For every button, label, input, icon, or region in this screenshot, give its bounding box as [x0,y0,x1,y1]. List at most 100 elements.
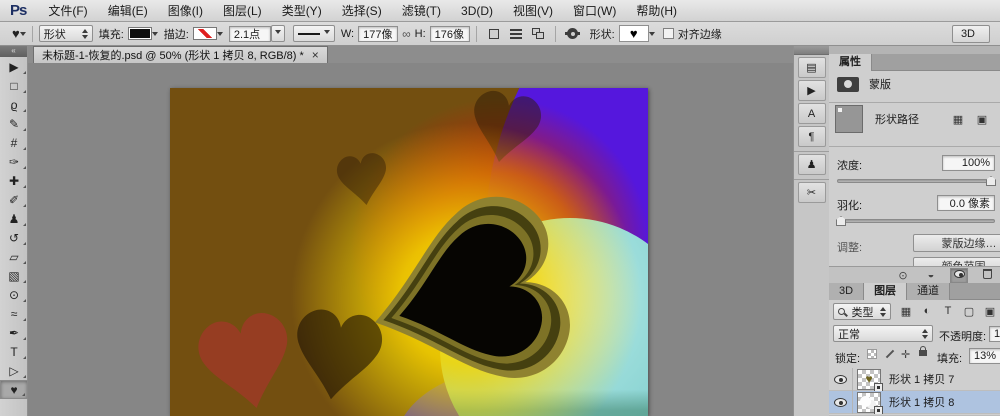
menu-help[interactable]: 帮助(H) [626,0,687,22]
delete-mask-trash-icon[interactable] [978,269,996,282]
document-tab[interactable]: 未标题-1-恢复的.psd @ 50% (形状 1 拷贝 8, RGB/8) *… [33,46,328,63]
path-arrangement-icon[interactable] [530,27,546,41]
shape-path-thumbnail[interactable] [835,105,863,133]
tool-custom-shape[interactable]: ♥ [0,380,28,399]
stroke-width-dropdown[interactable] [271,25,285,42]
filter-smart-objects-icon[interactable]: ▣ [981,305,999,318]
history-panel-icon[interactable]: ▤ [798,57,826,78]
fill-swatch[interactable] [128,27,152,40]
lock-position-icon[interactable]: ✛ [901,348,910,361]
tool-mode-select[interactable]: 形状 [39,25,93,42]
tool-pen[interactable]: ✒ [0,323,28,342]
feather-slider[interactable] [837,219,995,223]
layer-thumbnail[interactable] [857,392,881,413]
lock-transparency-icon[interactable] [867,349,877,359]
add-vector-mask-icon[interactable]: ▣ [973,113,991,126]
blend-mode-select[interactable]: 正常 [833,325,933,342]
stroke-style-select[interactable] [293,25,335,42]
tool-presets-panel-icon[interactable]: ✂ [798,182,826,203]
geometry-options-gear-icon[interactable] [565,27,581,41]
filter-pixel-layers-icon[interactable]: ▦ [897,305,915,318]
tool-eyedropper[interactable]: ✑ [0,152,28,171]
lock-pixels-brush-icon[interactable] [886,350,894,358]
layer-thumbnail[interactable]: ♥ [857,369,881,390]
density-slider-knob[interactable] [986,176,996,186]
stroke-swatch[interactable] [193,27,217,40]
menu-file[interactable]: 文件(F) [38,0,97,22]
feather-slider-knob[interactable] [836,216,846,226]
clone-source-panel-icon[interactable]: ♟ [798,154,826,175]
actions-panel-icon[interactable]: ▶ [798,80,826,101]
tool-quick-selection[interactable]: ✎ [0,114,28,133]
tool-crop[interactable]: # [0,133,28,152]
menu-view[interactable]: 视图(V) [503,0,563,22]
tool-eraser[interactable]: ▱ [0,247,28,266]
tab-layers[interactable]: 图层 [864,283,907,300]
tool-path-selection[interactable]: ▷ [0,361,28,380]
filter-adjustment-layers-icon[interactable]: ◐ [918,305,936,317]
apply-mask-icon[interactable]: ◒ [922,269,940,281]
tools-collapse-button[interactable]: « [0,46,27,57]
load-selection-icon[interactable]: ⊙ [894,269,912,282]
tool-type[interactable]: T [0,342,28,361]
menu-image[interactable]: 图像(I) [158,0,213,22]
layer-row-shape-copy-7[interactable]: ♥ 形状 1 拷贝 7 [829,368,1000,391]
tab-close-icon[interactable]: × [312,48,319,62]
link-dimensions-icon[interactable]: ∞ [402,27,411,41]
stroke-arrow-icon[interactable] [217,32,223,39]
fill-arrow-icon[interactable] [152,32,158,39]
tool-gradient[interactable]: ▧ [0,266,28,285]
mask-visibility-eye-icon[interactable] [950,268,968,283]
tab-properties[interactable]: 属性 [829,54,872,71]
tool-clone-stamp[interactable]: ♟ [0,209,28,228]
workspace-switcher-button[interactable]: 3D [952,25,990,43]
density-input[interactable]: 100% [942,155,995,171]
menu-3d[interactable]: 3D(D) [451,0,503,22]
document-canvas[interactable] [170,88,648,416]
character-panel-icon[interactable]: A [798,103,826,124]
layer-filter-type-select[interactable]: 类型 [833,303,891,320]
menu-layer[interactable]: 图层(L) [213,0,272,22]
filter-type-layers-icon[interactable]: T [939,305,957,317]
mask-edge-button[interactable]: 蒙版边缘… [913,234,1000,252]
tool-spot-healing[interactable]: ✚ [0,171,28,190]
layer-name[interactable]: 形状 1 拷贝 8 [889,394,954,410]
dock-drag-bar[interactable] [794,46,829,55]
shape-swatch-heart[interactable]: ♥ [619,25,649,42]
lock-all-padlock-icon[interactable] [919,350,927,356]
menu-filter[interactable]: 滤镜(T) [392,0,451,22]
density-slider[interactable] [837,179,995,183]
add-pixel-mask-icon[interactable]: ▦ [949,113,967,126]
menu-select[interactable]: 选择(S) [332,0,392,22]
tab-3d[interactable]: 3D [829,283,864,300]
tool-marquee[interactable]: □ [0,76,28,95]
shape-width-input[interactable]: 177像 [358,26,398,42]
shape-picker-arrow-icon[interactable] [649,32,655,39]
tool-preset-arrow-icon[interactable] [20,32,26,39]
path-alignment-icon[interactable] [508,27,524,41]
layer-fill-input[interactable]: 13% [969,348,1000,364]
feather-input[interactable]: 0.0 像素 [937,195,995,211]
tool-brush[interactable]: ✐ [0,190,28,209]
stroke-width-input[interactable]: 2.1点 [229,26,271,42]
menu-edit[interactable]: 编辑(E) [98,0,158,22]
tab-channels[interactable]: 通道 [907,283,950,300]
tool-dodge[interactable]: ⊙ [0,285,28,304]
align-edges-checkbox[interactable] [663,28,674,39]
filter-shape-layers-icon[interactable]: ▢ [960,305,978,318]
layer-visibility-eye-icon[interactable] [829,391,853,414]
tool-preset-icon[interactable]: ♥ [12,26,20,41]
tool-history-brush[interactable]: ↺ [0,228,28,247]
layer-row-shape-copy-8[interactable]: 形状 1 拷贝 8 [829,391,1000,414]
layer-visibility-eye-icon[interactable] [829,368,853,391]
path-operations-icon[interactable] [486,27,502,41]
layer-name[interactable]: 形状 1 拷贝 7 [889,371,954,387]
tool-move[interactable]: ▶ [0,57,28,76]
tool-smudge[interactable]: ≈ [0,304,28,323]
menu-type[interactable]: 类型(Y) [272,0,332,22]
shape-height-input[interactable]: 176像 [430,26,470,42]
opacity-input[interactable]: 100% [989,326,1000,342]
tool-lasso[interactable]: ϱ [0,95,28,114]
menu-window[interactable]: 窗口(W) [563,0,626,22]
paragraph-panel-icon[interactable]: ¶ [798,126,826,147]
